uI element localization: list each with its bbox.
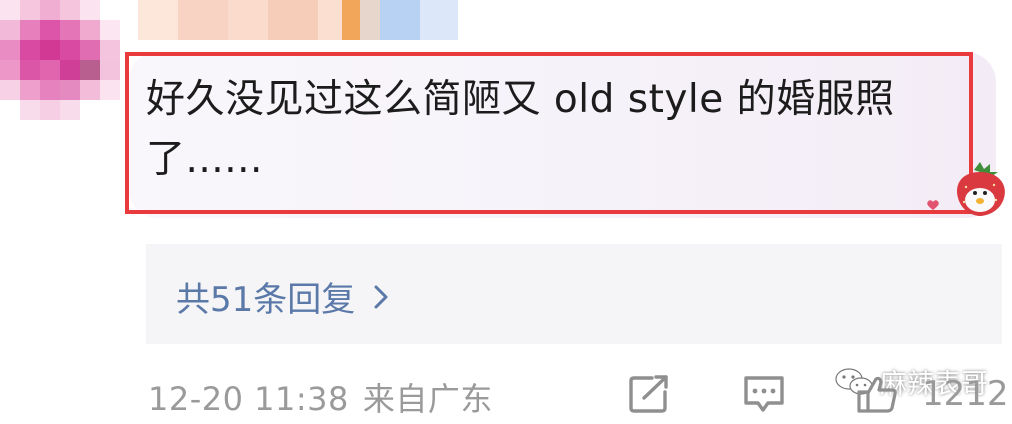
strawberry-sticker-icon <box>956 162 1005 216</box>
comment-time: 12-20 11:38 <box>148 380 349 418</box>
comment-card: 好久没见过这么简陋又 old style 的婚服照了...... 共51条回复 … <box>0 0 1012 424</box>
comment-icon[interactable] <box>742 374 786 414</box>
comment-meta: 12-20 11:38 来自广东 <box>148 374 507 420</box>
highlight-box <box>125 52 973 214</box>
comment-location: 来自广东 <box>362 380 493 418</box>
like-count: 1212 <box>922 374 1009 414</box>
thumbs-up-icon[interactable] <box>856 374 900 414</box>
heart-icon <box>927 200 939 210</box>
view-replies-link[interactable]: 共51条回复 <box>176 272 391 321</box>
replies-label: 共51条回复 <box>176 280 356 320</box>
chevron-right-icon <box>374 285 388 308</box>
share-icon[interactable] <box>628 374 672 414</box>
username-blurred[interactable] <box>138 0 458 40</box>
avatar[interactable] <box>0 0 120 120</box>
